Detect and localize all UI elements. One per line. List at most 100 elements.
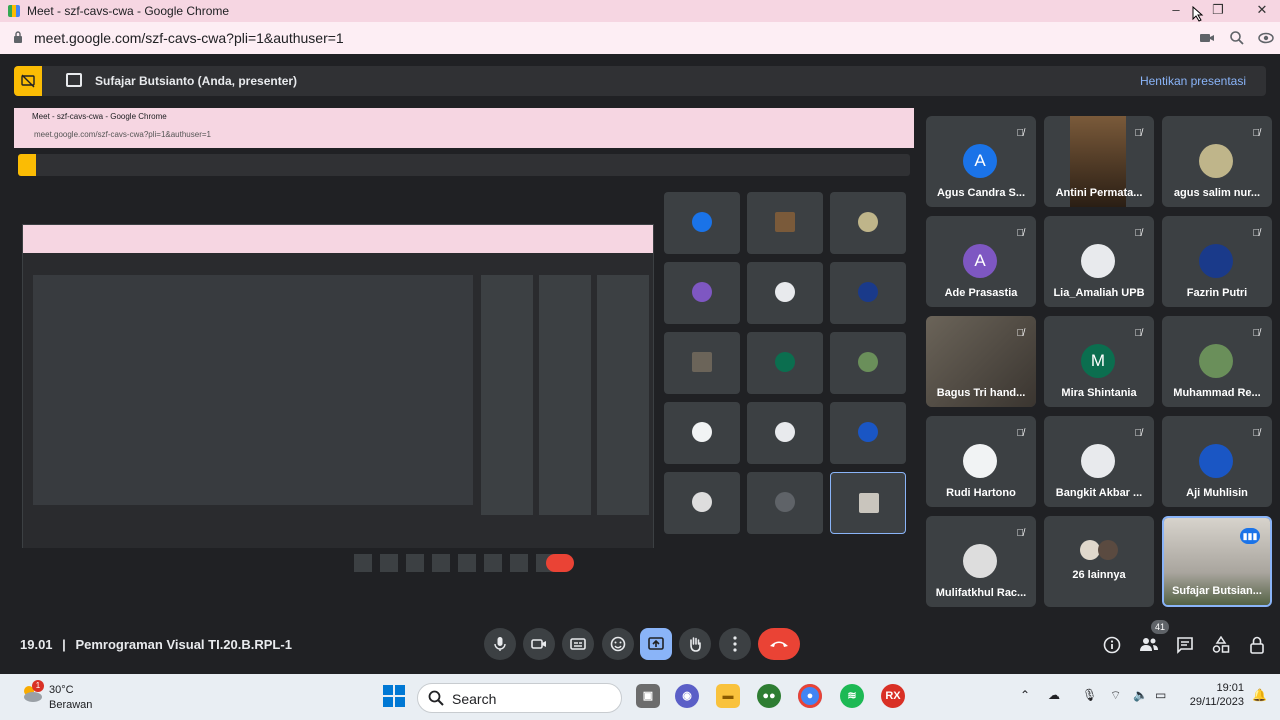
file-explorer-icon[interactable]: ▬: [716, 684, 740, 708]
people-icon[interactable]: [1139, 636, 1159, 652]
shared-window-title: Meet - szf-cavs-cwa - Google Chrome: [32, 112, 167, 121]
zoom-icon[interactable]: [1229, 30, 1245, 46]
more-vert-icon: [733, 636, 737, 652]
eye-icon[interactable]: [1258, 30, 1274, 46]
participant-name: Sufajar Butsian...: [1172, 585, 1262, 597]
participant-tile[interactable]: 🎙̸ Lia_Amaliah UPB: [1044, 216, 1154, 307]
taskbar-search[interactable]: Search: [417, 683, 622, 713]
windows-start-icon[interactable]: [383, 685, 405, 707]
mini-avatar: [775, 422, 795, 442]
shared-url: meet.google.com/szf-cavs-cwa?pli=1&authu…: [34, 130, 211, 139]
mini-avatar: [692, 282, 712, 302]
mini-tile: [664, 262, 740, 324]
participant-name: Ade Prasastia: [944, 287, 1018, 299]
speaking-icon: ▮▮▮: [1240, 528, 1260, 544]
chrome-icon[interactable]: ●: [798, 684, 822, 708]
battery-icon[interactable]: ▭: [1155, 688, 1166, 702]
participant-tile[interactable]: 🎙̸ Antini Permata...: [1044, 116, 1154, 207]
mic-off-icon: 🎙̸: [1016, 528, 1025, 539]
presenter-name: Sufajar Butsianto (Anda, presenter): [95, 74, 298, 88]
raise-hand-button[interactable]: [679, 628, 711, 660]
mini-avatar: [775, 492, 795, 512]
mini-avatar: [775, 212, 795, 232]
participant-tile[interactable]: 🎙̸ Muhammad Re...: [1162, 316, 1272, 407]
teams-chat-icon[interactable]: ◉: [675, 684, 699, 708]
mini-avatar: [692, 352, 712, 372]
participant-tile[interactable]: A 🎙̸ Ade Prasastia: [926, 216, 1036, 307]
mic-off-icon: 🎙̸: [1016, 228, 1025, 239]
participant-tile[interactable]: A 🎙̸ Agus Candra S...: [926, 116, 1036, 207]
microphone-tray-icon[interactable]: 🎙: [1082, 688, 1097, 702]
stop-presenting-link[interactable]: Hentikan presentasi: [1140, 74, 1246, 88]
mic-off-icon: 🎙̸: [1134, 128, 1143, 139]
nested-screen-content: [33, 275, 473, 505]
clock-date: 29/11/2023: [1189, 696, 1244, 708]
close-icon[interactable]: ✕: [1252, 2, 1272, 20]
participant-tile[interactable]: M 🎙̸ Mira Shintania: [1044, 316, 1154, 407]
participant-tile[interactable]: 🎙̸ Aji Muhlisin: [1162, 416, 1272, 507]
restore-icon[interactable]: ❐: [1208, 2, 1228, 20]
shared-meet-view: [14, 148, 914, 578]
microphone-button[interactable]: [484, 628, 516, 660]
participant-name: Agus Candra S...: [936, 187, 1026, 199]
mini-avatar: [858, 212, 878, 232]
search-icon: [428, 690, 444, 706]
participant-avatar: [1081, 444, 1115, 478]
rx-app-icon[interactable]: RX: [881, 684, 905, 708]
participant-tile[interactable]: 🎙̸ Fazrin Putri: [1162, 216, 1272, 307]
present-now-button[interactable]: [640, 628, 672, 660]
leave-call-button[interactable]: [758, 628, 800, 660]
participant-name: Mira Shintania: [1061, 387, 1137, 399]
others-tile[interactable]: 26 lainnya: [1044, 516, 1154, 607]
shared-stop-icon: [18, 154, 36, 176]
clock-time: 19:01: [1216, 682, 1244, 694]
participant-tile[interactable]: 🎙̸ agus salim nur...: [1162, 116, 1272, 207]
participant-name: Rudi Hartono: [946, 487, 1016, 499]
address-bar[interactable]: meet.google.com/szf-cavs-cwa?pli=1&authu…: [0, 22, 1280, 54]
mini-tile: [747, 402, 823, 464]
onedrive-cloud-icon[interactable]: ☁: [1048, 688, 1060, 702]
participant-tile[interactable]: 🎙̸ Rudi Hartono: [926, 416, 1036, 507]
mic-off-icon: 🎙̸: [1252, 128, 1261, 139]
host-controls-icon[interactable]: [1249, 636, 1265, 654]
participant-name: Muhammad Re...: [1173, 387, 1261, 399]
activities-icon[interactable]: [1212, 636, 1230, 654]
search-placeholder: Search: [452, 691, 497, 707]
more-options-button[interactable]: [719, 628, 751, 660]
volume-icon[interactable]: 🔈: [1133, 688, 1148, 702]
participant-name: Bangkit Akbar ...: [1055, 487, 1143, 499]
mini-avatar: [858, 422, 878, 442]
wifi-icon[interactable]: ⌔: [1110, 688, 1121, 703]
minimize-icon[interactable]: –: [1166, 2, 1186, 20]
reactions-button[interactable]: [602, 628, 634, 660]
captions-button[interactable]: [562, 628, 594, 660]
camera-button[interactable]: [523, 628, 555, 660]
camera-icon[interactable]: [1199, 30, 1215, 46]
participant-tile[interactable]: 🎙̸ Mulifatkhul Rac...: [926, 516, 1036, 607]
owl-app-icon[interactable]: ●●: [757, 684, 781, 708]
mini-tile: [830, 332, 906, 394]
participant-avatar: [963, 444, 997, 478]
lock-icon: [14, 31, 22, 43]
notification-bell-icon[interactable]: 🔔: [1252, 688, 1267, 702]
participant-avatar: [1080, 540, 1100, 560]
participant-tile-active[interactable]: ▮▮▮ Sufajar Butsian...: [1162, 516, 1272, 607]
stop-sharing-button[interactable]: [14, 66, 42, 96]
shared-banner: [18, 154, 910, 176]
chat-icon[interactable]: [1176, 636, 1194, 654]
window-title: Meet - szf-cavs-cwa - Google Chrome: [27, 4, 230, 18]
weather-condition: Berawan: [49, 699, 93, 711]
browser-titlebar: Meet - szf-cavs-cwa - Google Chrome – ❐ …: [0, 0, 1280, 22]
chevron-up-icon[interactable]: ⌃: [1020, 688, 1030, 702]
participant-tile[interactable]: 🎙̸ Bangkit Akbar ...: [1044, 416, 1154, 507]
hand-icon: [690, 637, 701, 652]
participant-tile[interactable]: 🎙̸ Bagus Tri hand...: [926, 316, 1036, 407]
spotify-icon[interactable]: ≋: [840, 684, 864, 708]
taskbar-clock[interactable]: 19:01 29/11/2023: [1186, 682, 1244, 708]
meeting-details-icon[interactable]: [1103, 636, 1121, 654]
participant-name: Bagus Tri hand...: [936, 387, 1026, 399]
mini-avatar: [775, 352, 795, 372]
url-text[interactable]: meet.google.com/szf-cavs-cwa?pli=1&authu…: [34, 30, 344, 46]
task-view-icon[interactable]: ▣: [636, 684, 660, 708]
mini-tile: [747, 262, 823, 324]
